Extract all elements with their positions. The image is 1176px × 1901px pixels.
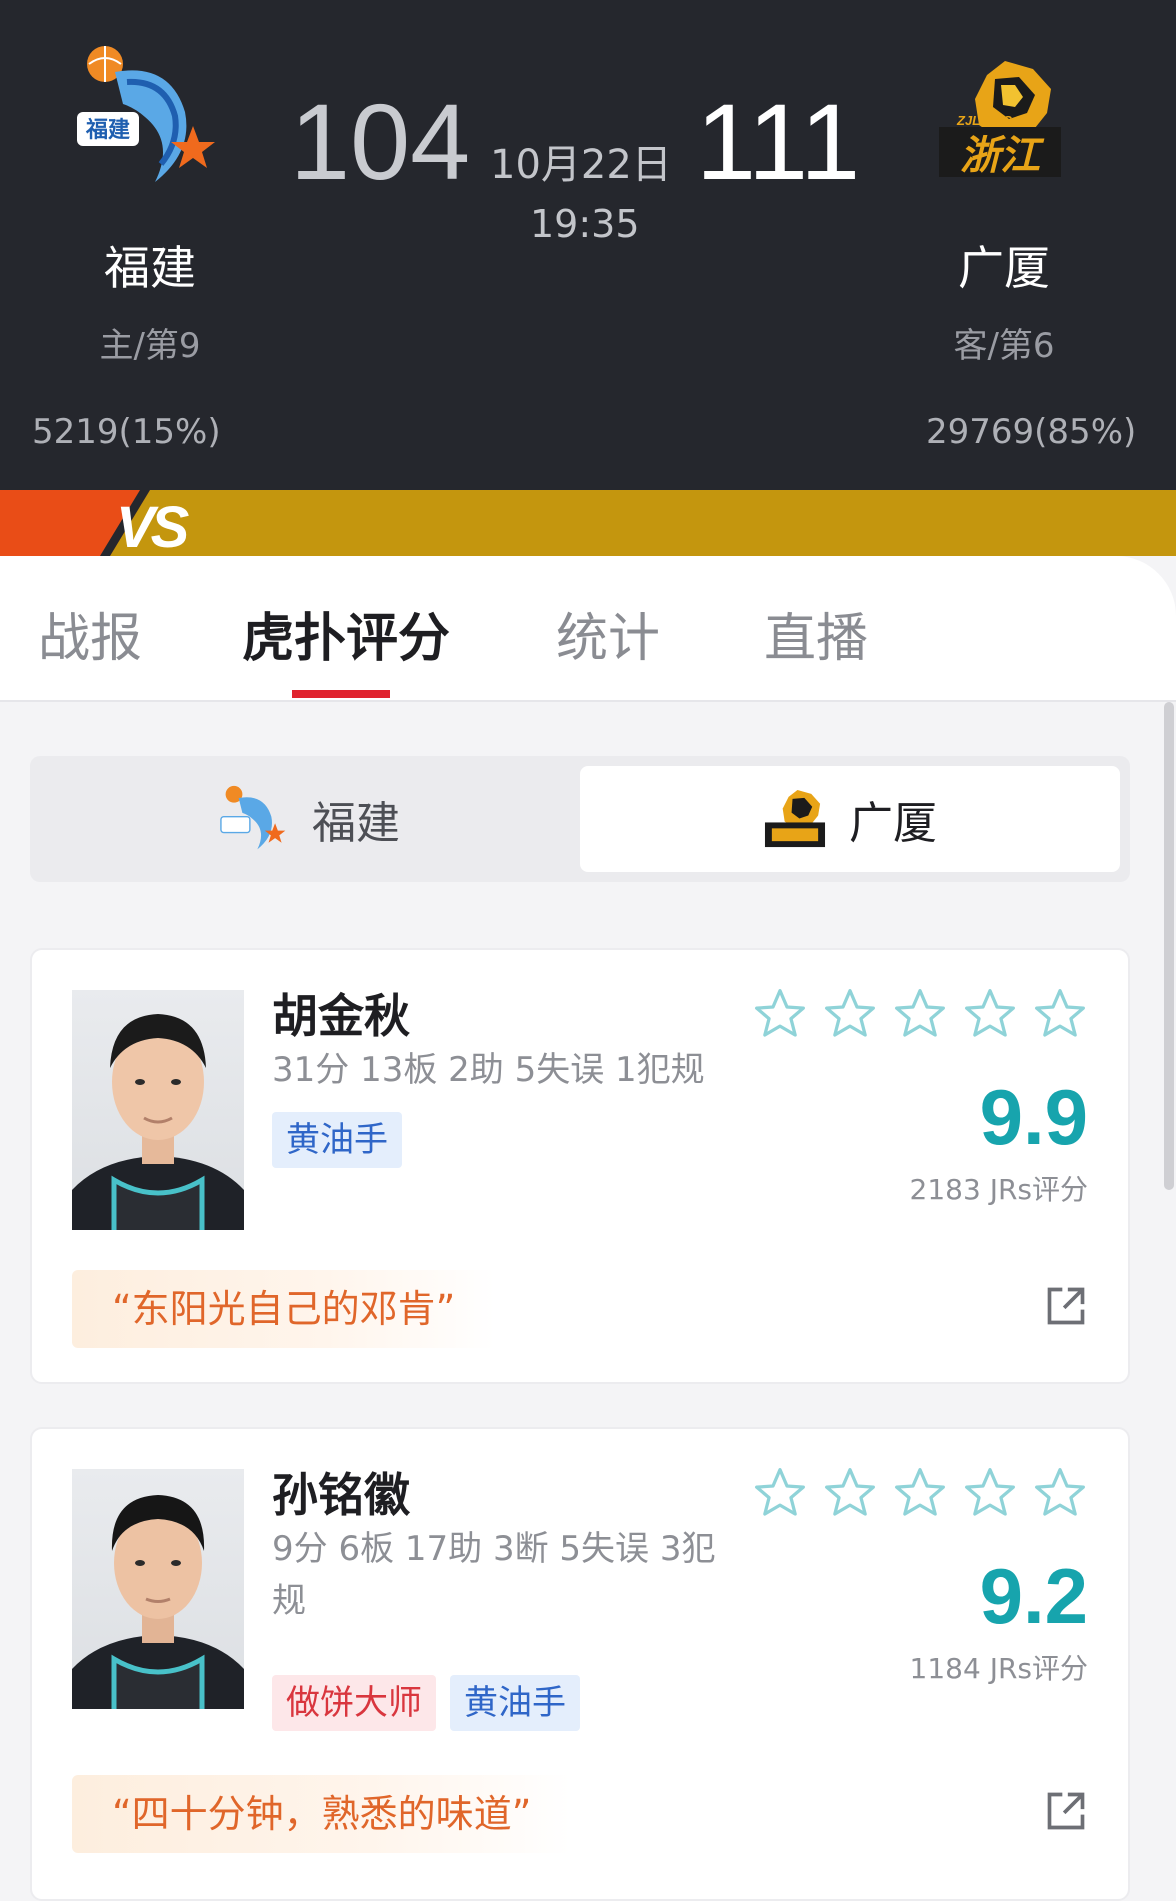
rating-stars[interactable] bbox=[752, 1465, 1088, 1521]
fujian-shark-icon[interactable]: 福建 bbox=[75, 42, 225, 192]
rating-stars[interactable] bbox=[752, 986, 1088, 1042]
tab-live[interactable]: 直播 bbox=[764, 596, 868, 671]
home-team-rank: 主/第9 bbox=[99, 326, 201, 366]
player-tag[interactable]: 黄油手 bbox=[272, 1112, 402, 1168]
fujian-shark-icon bbox=[220, 785, 286, 850]
away-team-name[interactable]: 广厦 bbox=[874, 232, 1134, 298]
player-tags: 黄油手 bbox=[272, 1112, 402, 1168]
team-switch: 福建 广厦 bbox=[30, 756, 1130, 882]
svg-text:浙江: 浙江 bbox=[960, 133, 1045, 179]
game-time: 19:35 bbox=[530, 202, 640, 246]
share-icon[interactable] bbox=[1044, 1789, 1088, 1833]
away-support-count: 29769(85%) bbox=[926, 412, 1137, 452]
rating-votes: 1184 JRs评分 bbox=[909, 1652, 1088, 1685]
home-support-count: 5219(15%) bbox=[32, 412, 221, 452]
tab-report[interactable]: 战报 bbox=[38, 596, 142, 671]
rating-votes: 2183 JRs评分 bbox=[909, 1173, 1088, 1206]
game-date: 10月22日 bbox=[490, 142, 672, 188]
player-tag[interactable]: 黄油手 bbox=[450, 1675, 580, 1731]
star-icon[interactable] bbox=[1032, 986, 1088, 1042]
vs-label: VS bbox=[116, 495, 189, 556]
tab-stats[interactable]: 统计 bbox=[556, 596, 660, 671]
team-switch-guangsha[interactable]: 广厦 bbox=[580, 766, 1120, 872]
player-tag[interactable]: 做饼大师 bbox=[272, 1675, 436, 1731]
active-tab-indicator bbox=[292, 690, 390, 698]
share-icon[interactable] bbox=[1044, 1284, 1088, 1328]
player-quote[interactable]: “四十分钟，熟悉的味道” bbox=[72, 1775, 572, 1853]
star-icon[interactable] bbox=[962, 1465, 1018, 1521]
star-icon[interactable] bbox=[962, 986, 1018, 1042]
game-header: 福建 福建 主/第9 5219(15%) 104 10月22日 19:35 11… bbox=[0, 0, 1176, 490]
support-ratio-bar: VS bbox=[0, 490, 1176, 556]
star-icon[interactable] bbox=[822, 1465, 878, 1521]
player-stats: 31分 13板 2助 5失误 1犯规 bbox=[272, 1050, 705, 1090]
scrollbar[interactable] bbox=[1164, 702, 1174, 1190]
player-photo[interactable] bbox=[72, 1469, 244, 1709]
tab-hupu-rating[interactable]: 虎扑评分 bbox=[242, 596, 450, 671]
player-photo[interactable] bbox=[72, 990, 244, 1230]
away-team-rank: 客/第6 bbox=[953, 326, 1055, 366]
player-quote[interactable]: “东阳光自己的邓肯” bbox=[72, 1270, 496, 1348]
player-name[interactable]: 孙铭徽 bbox=[272, 1459, 410, 1525]
player-name[interactable]: 胡金秋 bbox=[272, 980, 410, 1046]
tab-bar: 战报 虎扑评分 统计 直播 bbox=[0, 556, 1176, 702]
player-card[interactable]: 孙铭徽 9分 6板 17助 3断 5失误 3犯规 做饼大师 黄油手 9.2 11… bbox=[30, 1427, 1130, 1901]
star-icon[interactable] bbox=[892, 1465, 948, 1521]
team-switch-label: 福建 bbox=[312, 798, 400, 849]
team-switch-label: 广厦 bbox=[849, 798, 937, 849]
star-icon[interactable] bbox=[752, 986, 808, 1042]
player-rating: 9.2 bbox=[979, 1552, 1088, 1640]
zhejiang-lion-icon bbox=[764, 789, 826, 848]
player-card[interactable]: 胡金秋 31分 13板 2助 5失误 1犯规 黄油手 9.9 2183 JRs评… bbox=[30, 948, 1130, 1384]
star-icon[interactable] bbox=[892, 986, 948, 1042]
star-icon[interactable] bbox=[1032, 1465, 1088, 1521]
star-icon[interactable] bbox=[822, 986, 878, 1042]
away-score: 111 bbox=[696, 81, 861, 202]
star-icon[interactable] bbox=[752, 1465, 808, 1521]
player-tags: 做饼大师 黄油手 bbox=[272, 1675, 580, 1731]
player-rating: 9.9 bbox=[979, 1073, 1088, 1161]
zhejiang-lion-icon[interactable]: ZJLIONS 浙江 bbox=[935, 55, 1085, 205]
player-stats: 9分 6板 17助 3断 5失误 3犯规 bbox=[272, 1529, 716, 1621]
home-team-name[interactable]: 福建 bbox=[20, 232, 280, 298]
team-switch-fujian[interactable]: 福建 bbox=[40, 766, 580, 872]
svg-text:ZJLIONS: ZJLIONS bbox=[956, 113, 1012, 128]
svg-text:福建: 福建 bbox=[85, 118, 130, 143]
home-score: 104 bbox=[290, 81, 471, 202]
